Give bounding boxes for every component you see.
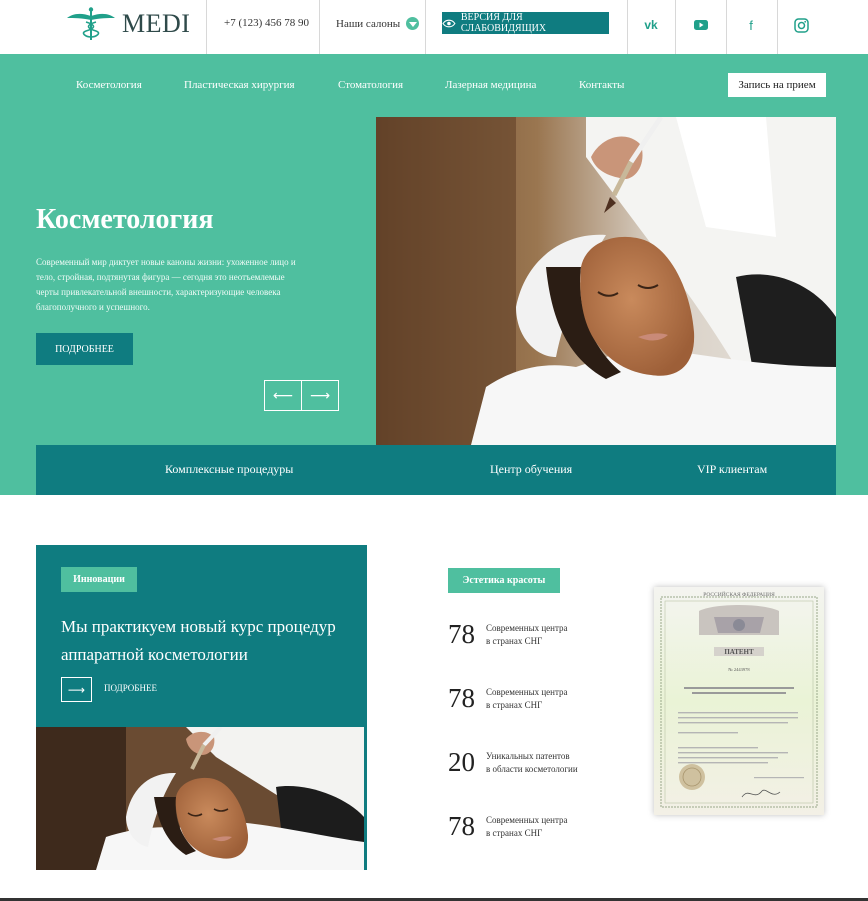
stat-text: Современных центра в странах СНГ [486, 686, 596, 712]
facial-mask-photo-small [36, 727, 364, 870]
logo[interactable]: MEDI [66, 6, 190, 42]
hero-section: Косметология Пластическая хирургия Стома… [0, 54, 868, 495]
hero-title: Косметология [36, 204, 214, 235]
slider-next-button[interactable]: ⟶ [301, 380, 339, 411]
stat-number: 20 [448, 747, 475, 777]
slider-prev-button[interactable]: ⟵ [264, 380, 302, 411]
facial-mask-photo [376, 117, 836, 445]
stat-item: 78 Современных центра в странах СНГ [448, 811, 596, 842]
eye-icon [442, 19, 456, 27]
stat-number: 78 [448, 811, 475, 841]
caduceus-icon [67, 7, 115, 40]
divider [319, 0, 320, 54]
stat-number: 78 [448, 619, 475, 649]
chevron-down-icon [406, 17, 420, 30]
instagram-glyph [793, 17, 809, 33]
patent-document: РОССИЙСКАЯ ФЕДЕРАЦИЯ ПАТЕНТ № 2443978 [654, 587, 824, 815]
hero-description: Современный мир диктует новые каноны жиз… [36, 257, 296, 312]
patent-country: РОССИЙСКАЯ ФЕДЕРАЦИЯ [703, 590, 775, 598]
innovation-card: Инновации Мы практикуем новый курс проце… [36, 545, 367, 870]
hero-photo [376, 117, 836, 445]
innovation-arrow-button[interactable]: ⟶ [61, 677, 92, 702]
stat-line: в странах СНГ [486, 635, 543, 646]
innovation-tag: Инновации [61, 567, 137, 592]
vk-icon[interactable]: vk [641, 15, 661, 35]
stat-item: 78 Современных центра в странах СНГ [448, 683, 596, 714]
stat-line: в области косметологии [486, 763, 578, 774]
patent-certificate-image: РОССИЙСКАЯ ФЕДЕРАЦИЯ ПАТЕНТ № 2443978 [654, 587, 824, 815]
innovation-more-link[interactable]: ПОДРОБНЕЕ [104, 683, 157, 693]
stat-item: 20 Уникальных патентов в области космето… [448, 747, 596, 778]
aesthetics-tag: Эстетика красоты [448, 568, 560, 593]
category-vip-clients[interactable]: VIP клиентам [697, 462, 767, 477]
category-bar: Комплексные процедуры Центр обучения VIP… [36, 445, 836, 495]
stat-line: Современных центра [486, 686, 568, 697]
header: MEDI +7 (123) 456 78 90 Наши салоны ВЕРС… [0, 0, 868, 54]
patent-number: № 2443978 [728, 667, 750, 672]
innovation-photo [36, 727, 364, 870]
vision-impaired-button[interactable]: ВЕРСИЯ ДЛЯ СЛАБОВИДЯЩИХ [442, 12, 609, 34]
stat-line: Уникальных патентов [486, 750, 570, 761]
nav-item-contacts[interactable]: Контакты [579, 79, 624, 91]
stat-line: в странах СНГ [486, 827, 543, 838]
phone-number[interactable]: +7 (123) 456 78 90 [224, 17, 309, 29]
nav-item-plastic-surgery[interactable]: Пластическая хирургия [184, 79, 295, 91]
stat-line: Современных центра [486, 622, 568, 633]
divider [425, 0, 426, 54]
category-training-center[interactable]: Центр обучения [490, 462, 572, 477]
stat-text: Современных центра в странах СНГ [486, 814, 596, 840]
divider [675, 0, 676, 54]
innovation-title: Мы практикуем новый курс процедур аппара… [61, 617, 336, 664]
stat-text: Уникальных патентов в области косметолог… [486, 750, 596, 776]
nav-item-laser-medicine[interactable]: Лазерная медицина [445, 79, 536, 91]
book-appointment-button[interactable]: Запись на прием [728, 73, 826, 97]
youtube-glyph [694, 20, 708, 30]
salons-label: Наши салоны [336, 17, 401, 30]
nav-item-cosmetology[interactable]: Косметология [76, 79, 142, 91]
stat-line: в странах СНГ [486, 699, 543, 710]
divider [627, 0, 628, 54]
nav-item-dentistry[interactable]: Стоматология [338, 79, 403, 91]
stat-line: Современных центра [486, 814, 568, 825]
stat-item: 78 Современных центра в странах СНГ [448, 619, 596, 650]
hero-more-button[interactable]: ПОДРОБНЕЕ [36, 333, 133, 365]
category-complex-procedures[interactable]: Комплексные процедуры [165, 462, 293, 477]
logo-text: MEDI [122, 9, 191, 38]
instagram-icon[interactable] [791, 15, 811, 35]
facebook-icon[interactable]: f [741, 15, 761, 35]
divider [777, 0, 778, 54]
stat-text: Современных центра в странах СНГ [486, 622, 596, 648]
vision-button-label: ВЕРСИЯ ДЛЯ СЛАБОВИДЯЩИХ [460, 12, 547, 34]
youtube-icon[interactable] [691, 15, 711, 35]
stat-number: 78 [448, 683, 475, 713]
divider [726, 0, 727, 54]
divider [206, 0, 207, 54]
patent-title: ПАТЕНТ [724, 648, 754, 656]
salons-dropdown[interactable]: Наши салоны [336, 17, 420, 30]
